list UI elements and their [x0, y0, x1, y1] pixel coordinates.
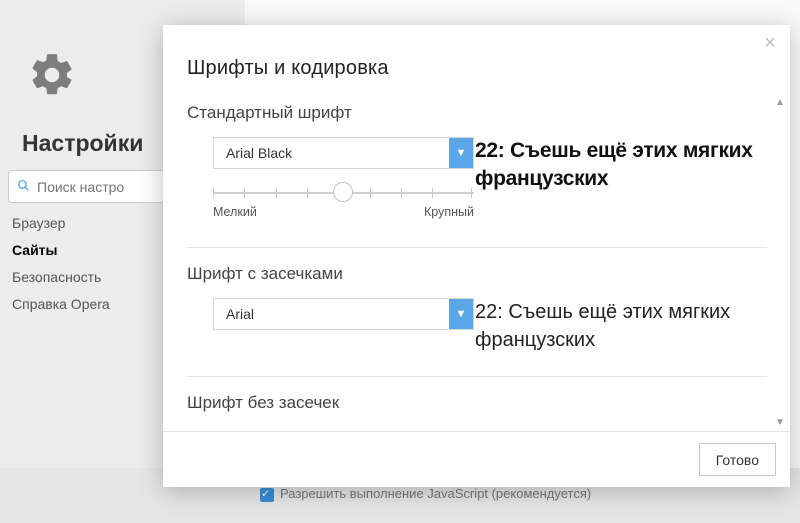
section-divider [187, 376, 767, 377]
dialog-scrollbar[interactable]: ▲ ▼ [772, 95, 788, 431]
sidebar-item-security[interactable]: Безопасность [12, 269, 110, 285]
close-icon: × [764, 32, 776, 54]
gear-icon [27, 50, 77, 100]
background-footer-text: Разрешить выполнение JavaScript (рекомен… [280, 486, 591, 501]
font-size-slider[interactable]: Мелкий Крупный [213, 187, 474, 219]
scroll-track[interactable] [772, 111, 788, 415]
dialog-footer: Готово [163, 431, 790, 487]
serif-font-preview: 22: Съешь ещё этих мягких французских [475, 298, 766, 354]
scroll-up-icon[interactable]: ▲ [772, 95, 788, 111]
scroll-down-icon[interactable]: ▼ [772, 415, 788, 431]
slider-max-label: Крупный [424, 205, 474, 219]
slider-knob[interactable] [333, 182, 353, 202]
slider-labels: Мелкий Крупный [213, 205, 474, 219]
standard-font-select-value: Arial Black [214, 145, 292, 161]
dialog-body: ▲ ▼ Стандартный шрифт Arial Black ▼ [163, 95, 790, 431]
sidebar-item-browser[interactable]: Браузер [12, 215, 110, 231]
standard-font-preview: 22: Съешь ещё этих мягких французских [475, 137, 766, 194]
chevron-down-icon: ▼ [449, 138, 473, 168]
standard-font-label: Стандартный шрифт [187, 103, 766, 123]
sidebar-item-sites[interactable]: Сайты [12, 242, 110, 258]
serif-font-select[interactable]: Arial ▼ [213, 298, 474, 330]
checkbox-icon[interactable] [260, 488, 274, 502]
dialog-title: Шрифты и кодировка [187, 57, 389, 80]
close-button[interactable]: × [760, 33, 780, 53]
standard-font-select[interactable]: Arial Black ▼ [213, 137, 474, 169]
fonts-encoding-dialog: × Шрифты и кодировка ▲ ▼ Стандартный шри… [163, 25, 790, 487]
page-title: Настройки [22, 130, 143, 157]
standard-font-preview-col: 22: Съешь ещё этих мягких французских [475, 137, 766, 194]
chevron-down-icon: ▼ [449, 299, 473, 329]
serif-font-controls: Arial ▼ [187, 298, 461, 330]
serif-font-preview-col: 22: Съешь ещё этих мягких французских [475, 298, 766, 354]
done-button[interactable]: Готово [699, 443, 776, 476]
sidebar-nav: Браузер Сайты Безопасность Справка Opera [12, 215, 110, 312]
slider-min-label: Мелкий [213, 205, 257, 219]
search-icon [17, 179, 30, 195]
sidebar-item-help[interactable]: Справка Opera [12, 296, 110, 312]
slider-track[interactable] [213, 187, 474, 199]
serif-font-label: Шрифт с засечками [187, 264, 766, 284]
serif-font-select-value: Arial [214, 306, 254, 322]
standard-font-row: Arial Black ▼ [187, 137, 766, 225]
serif-font-row: Arial ▼ 22: Съешь ещё этих мягких францу… [187, 298, 766, 354]
sans-font-label: Шрифт без засечек [187, 393, 766, 413]
section-divider [187, 247, 767, 248]
standard-font-controls: Arial Black ▼ [187, 137, 461, 225]
